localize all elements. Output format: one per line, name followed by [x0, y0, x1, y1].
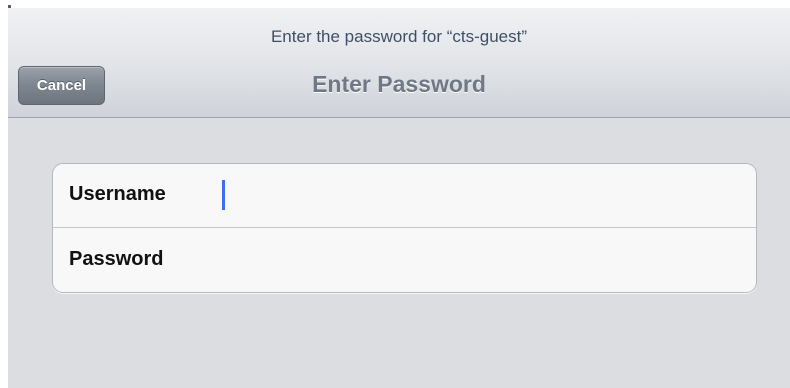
- username-field[interactable]: [218, 176, 738, 216]
- password-dialog: Enter the password for “cts-guest” Cance…: [8, 8, 790, 388]
- password-field[interactable]: [218, 241, 738, 281]
- credentials-form: Username Password: [52, 163, 757, 293]
- text-cursor: [222, 180, 225, 210]
- page-title: Enter Password: [312, 71, 486, 97]
- password-label: Password: [69, 248, 164, 270]
- password-row[interactable]: Password: [53, 229, 756, 292]
- username-row[interactable]: Username: [53, 164, 756, 228]
- navigation-bar: Enter the password for “cts-guest” Cance…: [8, 8, 790, 118]
- username-label: Username: [69, 183, 166, 205]
- network-password-prompt: Enter the password for “cts-guest”: [270, 27, 528, 46]
